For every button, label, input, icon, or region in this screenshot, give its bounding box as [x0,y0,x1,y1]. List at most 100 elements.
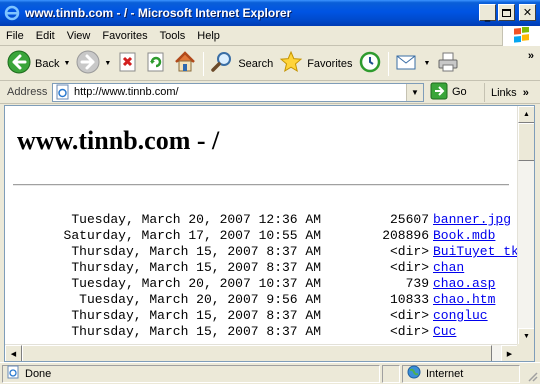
toolbar-chevron-icon[interactable]: » [528,50,534,62]
minimize-button[interactable]: _ [479,4,496,21]
stop-icon [117,51,139,76]
back-dropdown-icon[interactable]: ▼ [63,60,70,67]
arrow-down-icon: ▼ [523,333,530,340]
vertical-scroll-thumb[interactable] [518,123,534,161]
menu-file[interactable]: File [0,27,30,45]
star-icon [279,50,303,77]
address-input[interactable] [74,86,404,98]
entry-date: Thursday, March 15, 2007 8:37 AM [71,308,321,323]
horizontal-scroll-thumb[interactable] [22,345,492,361]
menu-help[interactable]: Help [191,27,226,45]
entry-date: Thursday, March 15, 2007 8:37 AM [71,324,321,339]
links-chevron-icon: » [522,86,529,99]
horizontal-scrollbar[interactable]: ◀ ▶ [5,344,518,361]
status-text-pane: Done [2,364,380,383]
mail-button[interactable]: ▼ [392,49,433,79]
scroll-right-button[interactable]: ▶ [501,345,518,361]
security-zone-pane[interactable]: Internet [402,364,520,383]
entry-link[interactable]: banner.jpg [433,212,511,228]
browser-viewport[interactable]: www.tinnb.com - / Tuesday, March 20, 200… [4,105,535,362]
menu-edit[interactable]: Edit [30,27,61,45]
entry-size: 739 [405,276,429,291]
ie-logo-icon [4,5,20,21]
search-button[interactable]: Search [207,49,276,79]
menu-favorites[interactable]: Favorites [96,27,153,45]
windows-logo-icon [502,26,540,46]
status-bar: Done Internet [0,362,540,384]
back-button[interactable]: Back ▼ [4,49,73,79]
scroll-up-button[interactable]: ▲ [518,106,534,123]
favorites-button[interactable]: Favorites [276,49,355,79]
resize-grip-icon[interactable] [526,370,538,382]
entry-size: 208896 [382,228,429,243]
status-pane-empty [382,364,400,383]
forward-arrow-icon [76,50,100,77]
title-bar[interactable]: www.tinnb.com - / - Microsoft Internet E… [0,0,540,26]
toolbar-separator [388,51,390,76]
search-icon [210,50,234,77]
arrow-up-icon: ▲ [523,111,530,118]
entry-size: <dir> [389,244,429,259]
entry-size: 25607 [389,212,429,227]
print-button[interactable] [433,49,463,79]
go-arrow-icon [430,82,448,103]
entry-link[interactable]: congluc [433,308,488,324]
entry-link[interactable]: BuiTuyet_tk [433,244,518,260]
window-title: www.tinnb.com - / - Microsoft Internet E… [25,6,292,20]
page-icon [55,84,71,100]
maximize-button[interactable] [498,4,515,21]
entry-date: Tuesday, March 20, 2007 12:36 AM [71,212,321,227]
back-arrow-icon [7,50,31,77]
horizontal-rule [13,184,509,186]
address-field[interactable]: ▼ [52,82,424,102]
security-zone-label: Internet [426,367,464,380]
forward-dropdown-icon[interactable]: ▼ [104,60,111,67]
entry-date: Saturday, March 17, 2007 10:55 AM [63,228,321,243]
entry-size: <dir> [389,260,429,275]
address-dropdown-icon[interactable]: ▼ [406,83,423,101]
history-button[interactable] [355,49,385,79]
refresh-button[interactable] [142,49,170,79]
go-button[interactable]: Go [430,82,467,103]
favorites-label: Favorites [307,57,353,70]
close-icon: ✕ [522,6,533,19]
mail-dropdown-icon[interactable]: ▼ [423,60,430,67]
globe-icon [407,365,421,382]
entry-date: Tuesday, March 20, 2007 9:56 AM [79,292,321,307]
close-button[interactable]: ✕ [519,4,536,21]
entry-link[interactable]: chan [433,260,464,276]
entry-link[interactable]: chao.htm [433,292,495,308]
entry-size: <dir> [389,324,429,339]
entry-date: Thursday, March 15, 2007 8:37 AM [71,260,321,275]
entry-date: Thursday, March 15, 2007 8:37 AM [71,244,321,259]
links-button[interactable]: Links » [484,83,540,102]
done-page-icon [7,365,21,382]
home-icon [173,50,197,77]
vertical-scrollbar[interactable]: ▲ ▼ [517,106,534,345]
entry-size: 10833 [389,292,429,307]
mail-icon [395,50,419,77]
menu-view[interactable]: View [61,27,97,45]
scroll-down-button[interactable]: ▼ [518,328,534,345]
go-label: Go [452,86,467,98]
entry-date: Tuesday, March 20, 2007 10:37 AM [71,276,321,291]
links-label: Links [491,86,517,99]
forward-button[interactable]: ▼ [73,49,114,79]
minimize-icon: _ [484,9,491,22]
printer-icon [436,50,460,77]
entry-link[interactable]: Cuc [433,324,456,340]
entry-link[interactable]: Book.mdb [433,228,495,244]
arrow-right-icon: ▶ [506,350,513,358]
address-label: Address [7,86,48,98]
stop-button[interactable] [114,49,142,79]
page-content: www.tinnb.com - / Tuesday, March 20, 200… [5,106,518,345]
page-title: www.tinnb.com - / [17,126,220,155]
scroll-left-button[interactable]: ◀ [5,345,22,361]
home-button[interactable] [170,49,200,79]
menu-tools[interactable]: Tools [154,27,192,45]
search-label: Search [238,57,274,70]
status-text: Done [25,367,52,380]
refresh-icon [145,51,167,76]
arrow-left-icon: ◀ [10,350,17,358]
entry-link[interactable]: chao.asp [433,276,495,292]
